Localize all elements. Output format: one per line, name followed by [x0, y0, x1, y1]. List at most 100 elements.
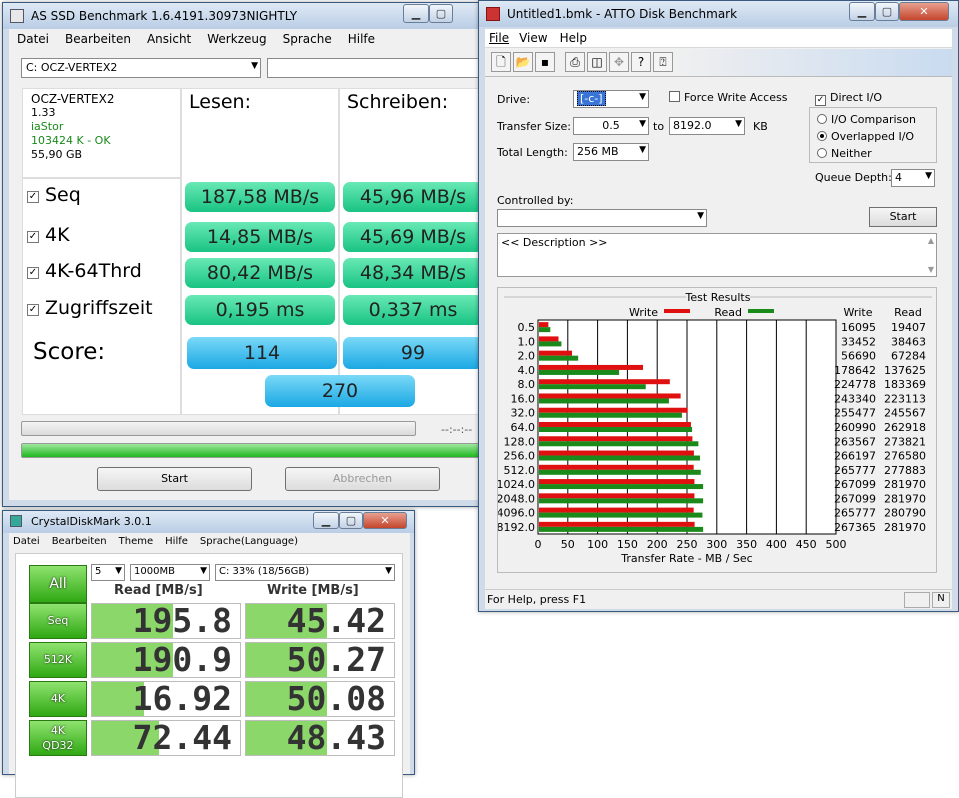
legend-read-label: Read	[714, 306, 742, 319]
scroll-down-icon[interactable]: ▼	[928, 265, 934, 274]
x-axis-label: Transfer Rate - MB / Sec	[620, 552, 752, 565]
total-length-select[interactable]: 256 MB ▼	[573, 143, 649, 161]
cdm-minimize-button[interactable]: ▁	[313, 512, 339, 529]
read-bar	[539, 355, 579, 361]
score-write-value: 99	[343, 337, 483, 369]
menu-help[interactable]: Help	[554, 29, 593, 45]
atto-maximize-button[interactable]: ▢	[875, 2, 899, 21]
context-help-icon[interactable]: ⍰	[653, 52, 673, 72]
write-bar	[539, 450, 694, 456]
scroll-up-icon[interactable]: ▲	[928, 236, 934, 245]
atto-minimize-button[interactable]: ▁	[849, 2, 875, 21]
menu-bearbeiten[interactable]: Bearbeiten	[57, 29, 139, 46]
count-select[interactable]: 5 ▼	[91, 564, 125, 581]
atto-close-button[interactable]: ✕	[899, 2, 949, 21]
cdm-menu-bearbeiten[interactable]: Bearbeiten	[46, 534, 113, 547]
drive-alignment: 103424 K - OK	[31, 134, 111, 147]
write-kb-value: 243340	[834, 392, 876, 405]
seq-write-value: 45.42	[245, 603, 395, 639]
menu-sprache[interactable]: Sprache	[275, 29, 340, 46]
direct-io-checkbox[interactable]: ✓ Direct I/O	[815, 91, 882, 106]
write-bar	[539, 393, 681, 399]
cdm-titlebar[interactable]: CrystalDiskMark 3.0.1 ▁ ▢ ✕	[3, 511, 414, 533]
row-4k[interactable]: ✓ 4K	[27, 224, 70, 246]
menu-datei[interactable]: Datei	[9, 29, 57, 46]
read-header: Read [MB/s]	[114, 583, 203, 598]
read-kb-value: 183369	[884, 378, 926, 391]
abort-button[interactable]: Abbrechen	[285, 467, 440, 491]
print-preview-icon[interactable]: ◫	[587, 52, 607, 72]
new-file-icon[interactable]: 🗋	[491, 52, 511, 72]
all-button[interactable]: All	[29, 565, 87, 603]
checkbox-4k[interactable]: ✓	[27, 231, 39, 243]
size-select[interactable]: 1000MB ▼	[130, 564, 210, 581]
move-icon[interactable]: ✥	[609, 52, 629, 72]
menu-werkzeug[interactable]: Werkzeug	[199, 29, 274, 46]
512k-button[interactable]: 512K	[29, 642, 87, 678]
cdm-menu-datei[interactable]: Datei	[9, 534, 46, 547]
row-access[interactable]: ✓ Zugriffszeit	[27, 297, 153, 319]
atto-menu-bar: File View Help	[485, 29, 952, 48]
cdm-menu-hilfe[interactable]: Hilfe	[159, 534, 194, 547]
atto-titlebar[interactable]: Untitled1.bmk - ATTO Disk Benchmark ▁ ▢ …	[479, 1, 958, 27]
extra-field[interactable]	[267, 58, 487, 78]
checkbox-4k64[interactable]: ✓	[27, 267, 39, 279]
read-bar	[539, 384, 646, 390]
write-bar	[539, 422, 691, 427]
checkbox-seq[interactable]: ✓	[27, 191, 39, 203]
description-box[interactable]: << Description >> ▲ ▼	[497, 233, 937, 277]
chevron-down-icon: ▼	[115, 566, 122, 576]
write-bar	[539, 436, 693, 442]
app-icon	[486, 7, 500, 21]
status-pane-2: N	[932, 592, 950, 608]
drive-select[interactable]: C: OCZ-VERTEX2 ▼	[21, 58, 261, 78]
read-kb-value: 19407	[891, 321, 926, 334]
controlled-by-select[interactable]: ▼	[497, 209, 707, 227]
row-4k64[interactable]: ✓ 4K-64Thrd	[27, 260, 142, 282]
menu-hilfe[interactable]: Hilfe	[340, 29, 383, 46]
drive-select[interactable]: [-c-] ▼	[573, 90, 649, 108]
write-kb-value: 265777	[834, 507, 876, 520]
write-bar	[539, 507, 694, 513]
legend-read-swatch	[748, 309, 774, 313]
cdm-close-button[interactable]: ✕	[363, 512, 407, 529]
x-tick-label: 250	[677, 538, 698, 551]
open-folder-icon[interactable]: 📂	[513, 52, 533, 72]
transfer-to-select[interactable]: 8192.0 ▼	[669, 117, 745, 135]
x-tick-label: 0	[535, 538, 542, 551]
menu-view[interactable]: View	[513, 29, 553, 45]
4kqd32-button[interactable]: 4K QD32	[29, 720, 87, 756]
checkbox-access[interactable]: ✓	[27, 304, 39, 316]
minimize-button[interactable]: ▁	[403, 4, 429, 23]
write-kb-value: 178642	[834, 364, 876, 377]
overlapped-io-radio[interactable]: Overlapped I/O	[817, 130, 914, 143]
help-icon[interactable]: ?	[631, 52, 651, 72]
category-label: 16.0	[511, 392, 536, 405]
atto-client: File View Help 🗋 📂 ▪ ⎙ ◫ ✥ ? ⍰ Drive: [-c-…	[485, 29, 952, 609]
atto-start-button[interactable]: Start	[869, 207, 937, 227]
category-label: 512.0	[504, 464, 536, 477]
to-label: to	[653, 120, 665, 133]
cdm-menu-theme[interactable]: Theme	[113, 534, 160, 547]
save-icon[interactable]: ▪	[535, 52, 555, 72]
drive-select[interactable]: C: 33% (18/56GB) ▼	[215, 564, 395, 581]
cdm-menu-sprache[interactable]: Sprache(Language)	[194, 534, 304, 547]
read-kb-value: 276580	[884, 450, 926, 463]
cdm-window-title: CrystalDiskMark 3.0.1	[31, 515, 152, 528]
neither-radio[interactable]: Neither	[817, 147, 872, 160]
force-write-checkbox[interactable]: Force Write Access	[669, 91, 787, 104]
row-seq[interactable]: ✓ Seq	[27, 184, 81, 206]
as-ssd-titlebar[interactable]: AS SSD Benchmark 1.6.4191.30973NIGHTLY ▁…	[3, 3, 478, 29]
menu-ansicht[interactable]: Ansicht	[139, 29, 199, 46]
maximize-button[interactable]: ▢	[429, 4, 453, 23]
transfer-from-select[interactable]: 0.5 ▼	[573, 117, 649, 135]
start-button[interactable]: Start	[97, 467, 252, 491]
io-comparison-radio[interactable]: I/O Comparison	[817, 113, 916, 126]
cdm-maximize-button[interactable]: ▢	[339, 512, 363, 529]
seq-button[interactable]: Seq	[29, 603, 87, 639]
4kqd32-write-value: 48.43	[245, 720, 395, 756]
queue-depth-select[interactable]: 4 ▼	[891, 169, 935, 187]
menu-file[interactable]: File	[485, 29, 513, 45]
print-icon[interactable]: ⎙	[565, 52, 585, 72]
4k-button[interactable]: 4K	[29, 681, 87, 717]
